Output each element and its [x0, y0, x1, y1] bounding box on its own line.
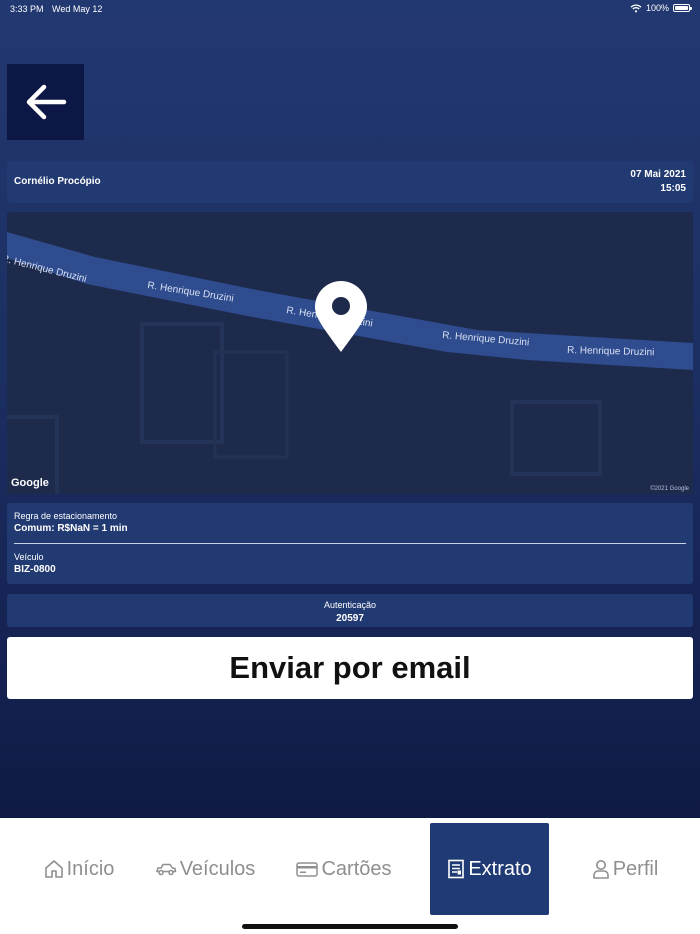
parking-time: 15:05 — [660, 183, 686, 194]
receipt-icon — [448, 859, 465, 879]
back-button[interactable] — [7, 64, 84, 140]
authentication-code: 20597 — [336, 613, 364, 624]
divider — [14, 543, 686, 544]
building-outline — [510, 400, 602, 476]
status-time: 3:33 PM — [10, 4, 44, 14]
credit-card-icon — [296, 861, 319, 877]
map-canvas: R. Henrique Druzini R. Henrique Druzini … — [7, 232, 693, 494]
vehicle-plate: BIZ-0800 — [14, 564, 56, 575]
map-pin-icon[interactable] — [315, 281, 367, 352]
tab-extrato[interactable]: Extrato — [430, 823, 549, 915]
map-view[interactable]: R. Henrique Druzini R. Henrique Druzini … — [7, 212, 693, 494]
status-date: Wed May 12 — [52, 4, 103, 14]
tab-perfil[interactable]: Perfil — [575, 823, 675, 915]
tab-label: Início — [66, 857, 115, 880]
parking-rule-value: Comum: R$NaN = 1 min — [14, 523, 128, 534]
home-indicator[interactable] — [242, 924, 458, 929]
send-email-button[interactable]: Enviar por email — [7, 637, 693, 699]
tab-label: Extrato — [468, 857, 532, 880]
battery-percent: 100% — [645, 3, 669, 13]
building-outline — [213, 350, 289, 459]
vehicle-label: Veículo — [14, 552, 44, 562]
tab-cartoes[interactable]: Cartões — [288, 823, 400, 915]
car-icon — [155, 863, 176, 876]
tab-veiculos[interactable]: Veículos — [146, 823, 264, 915]
parking-date: 07 Mai 2021 — [630, 169, 686, 180]
arrow-left-icon — [26, 84, 66, 120]
street-label: R. Henrique Druzini — [567, 345, 655, 358]
city-name: Cornélio Procópio — [14, 176, 101, 187]
tab-bar: Início Veículos Cartões Extrato Perfil — [0, 818, 700, 934]
map-copyright: ©2021 Google — [650, 486, 689, 492]
battery-icon — [673, 4, 692, 12]
status-indicators: 100% — [630, 3, 692, 13]
tab-label: Cartões — [321, 857, 392, 880]
details-card: Regra de estacionamento Comum: R$NaN = 1… — [7, 503, 693, 584]
authentication-label: Autenticação — [323, 600, 377, 610]
parking-info-card: Cornélio Procópio 07 Mai 2021 15:05 — [7, 161, 693, 203]
tab-inicio[interactable]: Início — [20, 823, 138, 915]
building-outline — [140, 322, 224, 444]
tab-label: Veículos — [179, 857, 256, 880]
tab-label: Perfil — [612, 857, 659, 880]
parking-rule-label: Regra de estacionamento — [14, 511, 118, 521]
status-bar: 3:33 PM Wed May 12 100% — [0, 0, 700, 18]
wifi-icon — [630, 3, 642, 12]
user-icon — [592, 860, 609, 879]
google-logo: Google — [11, 477, 49, 489]
authentication-card: Autenticação 20597 — [7, 594, 693, 627]
home-icon — [44, 860, 63, 878]
